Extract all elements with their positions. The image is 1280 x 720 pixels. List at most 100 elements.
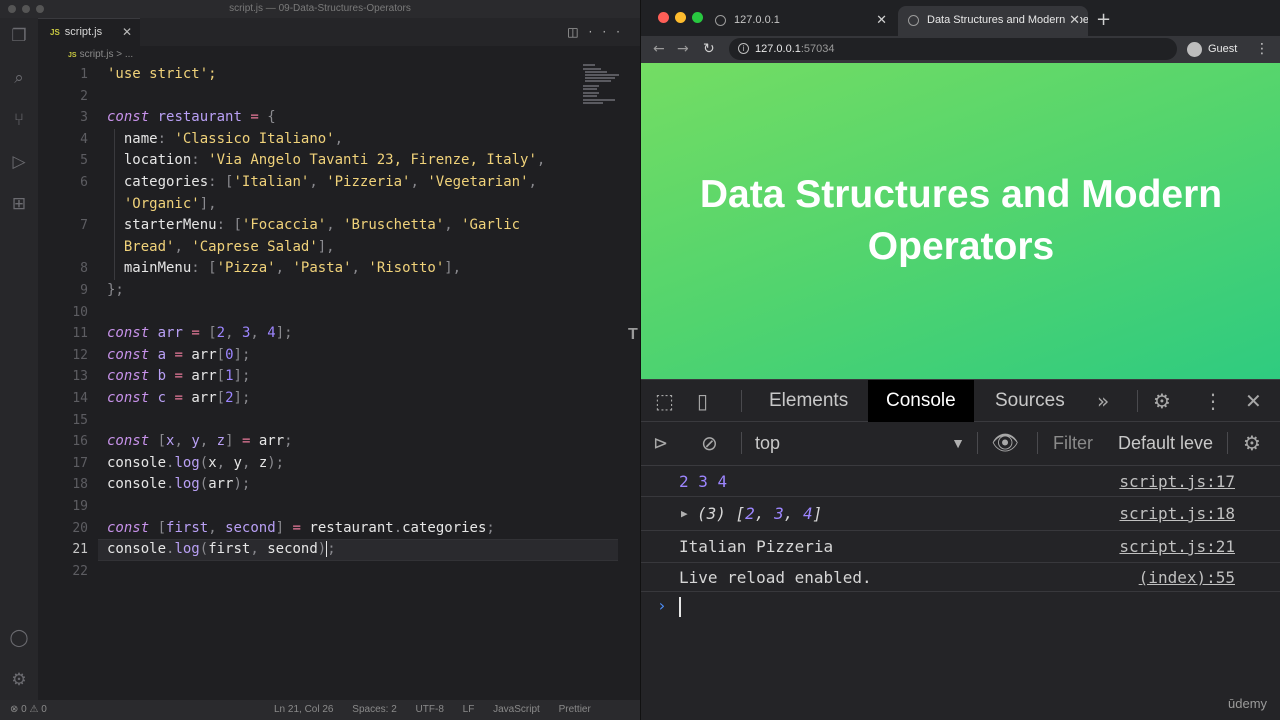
console-settings-gear-icon[interactable]: ⚙: [1243, 422, 1261, 465]
more-tabs-icon[interactable]: »: [1097, 380, 1109, 422]
console-input-caret[interactable]: [679, 597, 681, 617]
profile-button[interactable]: Guest: [1187, 38, 1237, 60]
code-line: const b = arr[1];: [107, 368, 251, 385]
browser-tab-localhost[interactable]: 127.0.0.1 ✕: [705, 6, 895, 36]
expand-triangle-icon[interactable]: ▶: [681, 497, 688, 531]
udemy-watermark: ūdemy: [1228, 696, 1268, 711]
indentation[interactable]: Spaces: 2: [352, 704, 396, 715]
code-line: 'Organic'],: [123, 195, 217, 212]
forward-arrow-icon[interactable]: →: [677, 36, 689, 62]
breadcrumb-file[interactable]: script.js: [80, 49, 114, 60]
line-number: 17: [72, 455, 88, 471]
message-source-link[interactable]: script.js:17: [1119, 466, 1235, 497]
close-window-button[interactable]: [658, 12, 669, 23]
minimap[interactable]: [583, 64, 628, 114]
close-devtools-icon[interactable]: ✕: [1245, 380, 1262, 422]
cursor-position[interactable]: Ln 21, Col 26: [274, 704, 334, 715]
code-line: starterMenu: ['Focaccia', 'Bruschetta', …: [123, 217, 521, 234]
new-tab-button[interactable]: +: [1096, 8, 1111, 32]
run-debug-icon[interactable]: ▷: [9, 152, 29, 172]
close-tab-icon[interactable]: ✕: [1065, 6, 1080, 34]
device-toolbar-icon[interactable]: ▯: [697, 380, 708, 422]
formatter[interactable]: Prettier: [559, 704, 591, 715]
inspect-element-icon[interactable]: ⬚: [655, 380, 674, 422]
code-line: const c = arr[2];: [107, 390, 251, 406]
console-prompt-icon: ›: [657, 596, 667, 615]
message-text: 2 3 4: [679, 472, 728, 491]
split-editor-icon[interactable]: ◫: [567, 25, 588, 39]
browser-tab-active[interactable]: Data Structures and Modern Operators ✕: [898, 6, 1088, 36]
message-source-link[interactable]: script.js:18: [1119, 497, 1235, 531]
code-line: const [x, y, z] = arr;: [107, 433, 293, 450]
code-line: name: 'Classico Italiano',: [123, 130, 344, 147]
tab-label: script.js: [64, 26, 103, 38]
close-window-button[interactable]: [8, 5, 16, 13]
message-source-link[interactable]: script.js:21: [1119, 531, 1235, 563]
browser-tab-strip: 127.0.0.1 ✕ Data Structures and Modern O…: [641, 0, 1280, 36]
context-selector[interactable]: top ▼: [755, 422, 965, 465]
account-icon[interactable]: ◯: [9, 628, 29, 648]
more-options-icon[interactable]: ⋮: [1203, 380, 1223, 422]
close-tab-icon[interactable]: ✕: [876, 6, 887, 34]
maximize-window-button[interactable]: [36, 5, 44, 13]
browser-menu-icon[interactable]: ⋮: [1255, 36, 1269, 62]
line-number: 9: [80, 283, 88, 298]
line-number: 19: [72, 499, 88, 514]
filter-input[interactable]: Filter: [1053, 422, 1093, 465]
code-line-current: console.log(first, second);: [107, 541, 336, 558]
status-bar: ⊗ 0 ⚠ 0 Ln 21, Col 26 Spaces: 2 UTF-8 LF…: [0, 700, 640, 720]
end-of-line[interactable]: LF: [463, 704, 475, 715]
extensions-icon[interactable]: ⊞: [9, 194, 29, 214]
minimize-window-button[interactable]: [22, 5, 30, 13]
language-mode[interactable]: JavaScript: [493, 704, 540, 715]
code-line: 'use strict';: [107, 66, 217, 82]
console-message: 2 3 4 script.js:17: [641, 466, 1280, 497]
tab-script-js[interactable]: JS script.js ✕: [38, 18, 140, 46]
message-text[interactable]: (3) [2, 3, 4]: [697, 497, 822, 531]
devtools-tab-sources[interactable]: Sources: [977, 380, 1083, 422]
source-control-icon[interactable]: ⑂: [9, 110, 29, 130]
explorer-icon[interactable]: ❐: [9, 26, 29, 46]
clear-console-icon[interactable]: ⊘: [701, 422, 718, 465]
search-icon[interactable]: ⌕: [9, 68, 29, 88]
tab-title: Data Structures and Modern Operators: [927, 14, 1088, 26]
devtools-tab-elements[interactable]: Elements: [751, 380, 866, 422]
address-bar[interactable]: i 127.0.0.1:57034: [729, 38, 1177, 60]
site-info-icon[interactable]: i: [738, 43, 749, 54]
console-message: Italian Pizzeria script.js:21: [641, 531, 1280, 563]
chrome-window: 127.0.0.1 ✕ Data Structures and Modern O…: [640, 0, 1280, 720]
minimize-window-button[interactable]: [675, 12, 686, 23]
message-source-link[interactable]: (index):55: [1139, 563, 1235, 592]
breadcrumb[interactable]: JS script.js > ...: [38, 46, 640, 64]
close-tab-icon[interactable]: ✕: [122, 19, 132, 46]
console-message: ▶ (3) [2, 3, 4] script.js:18: [641, 497, 1280, 531]
code-line: const arr = [2, 3, 4];: [107, 325, 293, 342]
code-line: mainMenu: ['Pizza', 'Pasta', 'Risotto'],: [123, 260, 462, 277]
more-actions-icon[interactable]: ···: [589, 25, 630, 39]
chevron-down-icon: ▼: [951, 435, 965, 451]
status-right: Ln 21, Col 26 Spaces: 2 UTF-8 LF JavaScr…: [274, 700, 607, 720]
back-arrow-icon[interactable]: ←: [653, 36, 665, 62]
line-number: 21: [72, 542, 88, 558]
settings-gear-icon[interactable]: ⚙: [9, 670, 29, 690]
line-number: 18: [72, 477, 88, 493]
devtools-tab-console[interactable]: Console: [868, 380, 974, 422]
reload-icon[interactable]: ↻: [703, 36, 715, 62]
encoding[interactable]: UTF-8: [416, 704, 444, 715]
line-number: 7: [80, 218, 88, 234]
log-levels-dropdown[interactable]: Default levels: [1118, 422, 1214, 465]
problems-indicator[interactable]: ⊗ 0 ⚠ 0: [10, 700, 47, 720]
vscode-window: script.js — 09-Data-Structures-Operators…: [0, 0, 640, 720]
line-number: 8: [80, 261, 88, 277]
line-number: 12: [72, 347, 88, 363]
code-editor[interactable]: 1 2 3 4 5 6 7 8 9 10 11 12 13 14 15 16 17 18 19 20 21 22 'use…: [38, 64, 618, 700]
line-number: 4: [80, 131, 88, 147]
code-line: Bread', 'Caprese Salad'],: [123, 238, 335, 255]
code-line: };: [107, 282, 124, 298]
live-expression-eye-icon[interactable]: 👁: [991, 422, 1019, 465]
settings-gear-icon[interactable]: ⚙: [1153, 380, 1171, 422]
maximize-window-button[interactable]: [692, 12, 703, 23]
line-number: 1: [80, 67, 88, 82]
sidebar-toggle-icon[interactable]: ⊳: [653, 422, 668, 465]
code-line: const restaurant = {: [107, 109, 276, 126]
